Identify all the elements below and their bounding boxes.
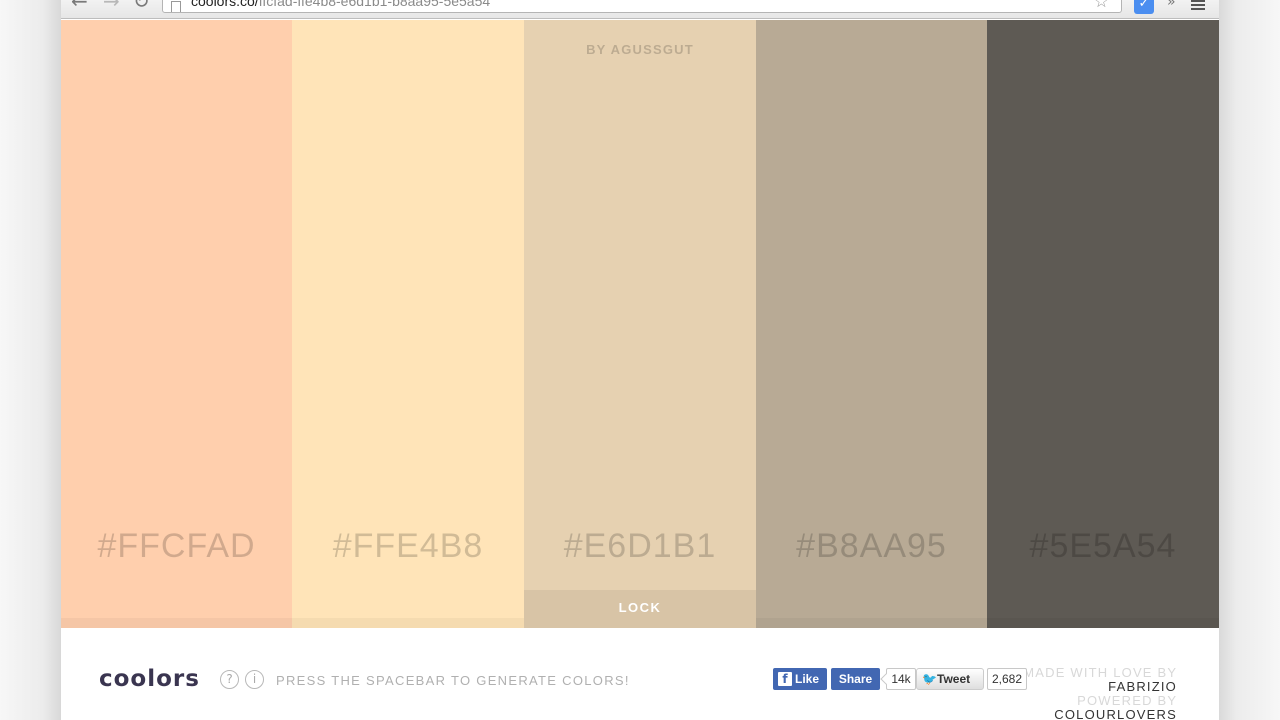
author-link[interactable]: FABRIZIO — [1108, 679, 1177, 694]
window-backdrop-right — [1218, 0, 1280, 720]
swatch-hex-4[interactable]: #B8AA95 — [756, 527, 987, 566]
facebook-like-button[interactable]: f Like — [773, 668, 827, 690]
overflow-icon[interactable]: » — [1167, 0, 1176, 10]
colourlovers-link[interactable]: COLOURLOVERS — [1054, 707, 1177, 720]
footer: coolors ? i PRESS THE SPACEBAR TO GENERA… — [61, 628, 1219, 720]
url-domain: coolors.co/ — [191, 0, 259, 9]
facebook-like-label: Like — [795, 672, 820, 686]
swatch-3[interactable]: BY AGUSSGUT #E6D1B1 LOCK — [524, 20, 756, 628]
credit-partner-line: POWERED BY COLOURLOVERS — [959, 694, 1177, 720]
coolors-logo[interactable]: coolors — [99, 666, 200, 692]
facebook-icon: f — [778, 672, 792, 686]
swatch-hex-1[interactable]: #FFCFAD — [61, 527, 292, 566]
window-backdrop-left — [0, 0, 61, 720]
swatch-bottom-bar-1 — [61, 618, 292, 628]
lock-button[interactable]: LOCK — [524, 600, 756, 615]
browser-toolbar: ← → ↻ coolors.co/ffcfad-ffe4b8-e6d1b1-b8… — [61, 0, 1219, 19]
swatch-4[interactable]: #B8AA95 — [756, 20, 987, 628]
facebook-share-button[interactable]: Share — [831, 668, 880, 690]
back-icon[interactable]: ← — [71, 0, 88, 11]
url-path: ffcfad-ffe4b8-e6d1b1-b8aa95-5e5a54 — [258, 0, 491, 9]
address-bar[interactable]: coolors.co/ffcfad-ffe4b8-e6d1b1-b8aa95-5… — [162, 0, 1122, 13]
info-icon[interactable]: i — [245, 670, 264, 689]
palette: #FFCFAD #FFE4B8 BY AGUSSGUT #E6D1B1 LOCK… — [61, 20, 1219, 628]
spacebar-hint: PRESS THE SPACEBAR TO GENERATE COLORS! — [276, 673, 630, 688]
url-text: coolors.co/ffcfad-ffe4b8-e6d1b1-b8aa95-5… — [191, 0, 490, 9]
swatch-2[interactable]: #FFE4B8 — [292, 20, 524, 628]
swatch-1[interactable]: #FFCFAD — [61, 20, 292, 628]
forward-icon[interactable]: → — [103, 0, 120, 11]
swatch-bottom-bar-4 — [756, 618, 987, 628]
page-icon — [171, 1, 181, 12]
swatch-5[interactable]: #5E5A54 — [987, 20, 1219, 628]
tweet-button[interactable]: 🐦 Tweet — [916, 668, 984, 690]
extension-icon[interactable]: ✓ — [1134, 0, 1154, 14]
help-icon[interactable]: ? — [220, 670, 239, 689]
swatch-hex-2[interactable]: #FFE4B8 — [292, 527, 524, 566]
menu-icon[interactable] — [1191, 0, 1205, 10]
made-with-love-label: MADE WITH LOVE BY — [1023, 665, 1177, 680]
browser-window: ← → ↻ coolors.co/ffcfad-ffe4b8-e6d1b1-b8… — [61, 0, 1219, 720]
powered-by-label: POWERED BY — [1077, 693, 1177, 708]
tweet-count: 2,682 — [987, 668, 1027, 690]
swatch-bottom-bar-2 — [292, 618, 524, 628]
twitter-bird-icon: 🐦 — [922, 672, 937, 686]
facebook-count: 14k — [886, 668, 916, 690]
star-icon[interactable]: ☆ — [1094, 0, 1109, 11]
tweet-label: Tweet — [937, 672, 971, 686]
swatch-bottom-bar-5 — [987, 618, 1219, 628]
palette-author-link[interactable]: BY AGUSSGUT — [524, 42, 756, 57]
reload-icon[interactable]: ↻ — [133, 0, 150, 11]
swatch-hex-3[interactable]: #E6D1B1 — [524, 527, 756, 566]
swatch-hex-5[interactable]: #5E5A54 — [987, 527, 1219, 566]
